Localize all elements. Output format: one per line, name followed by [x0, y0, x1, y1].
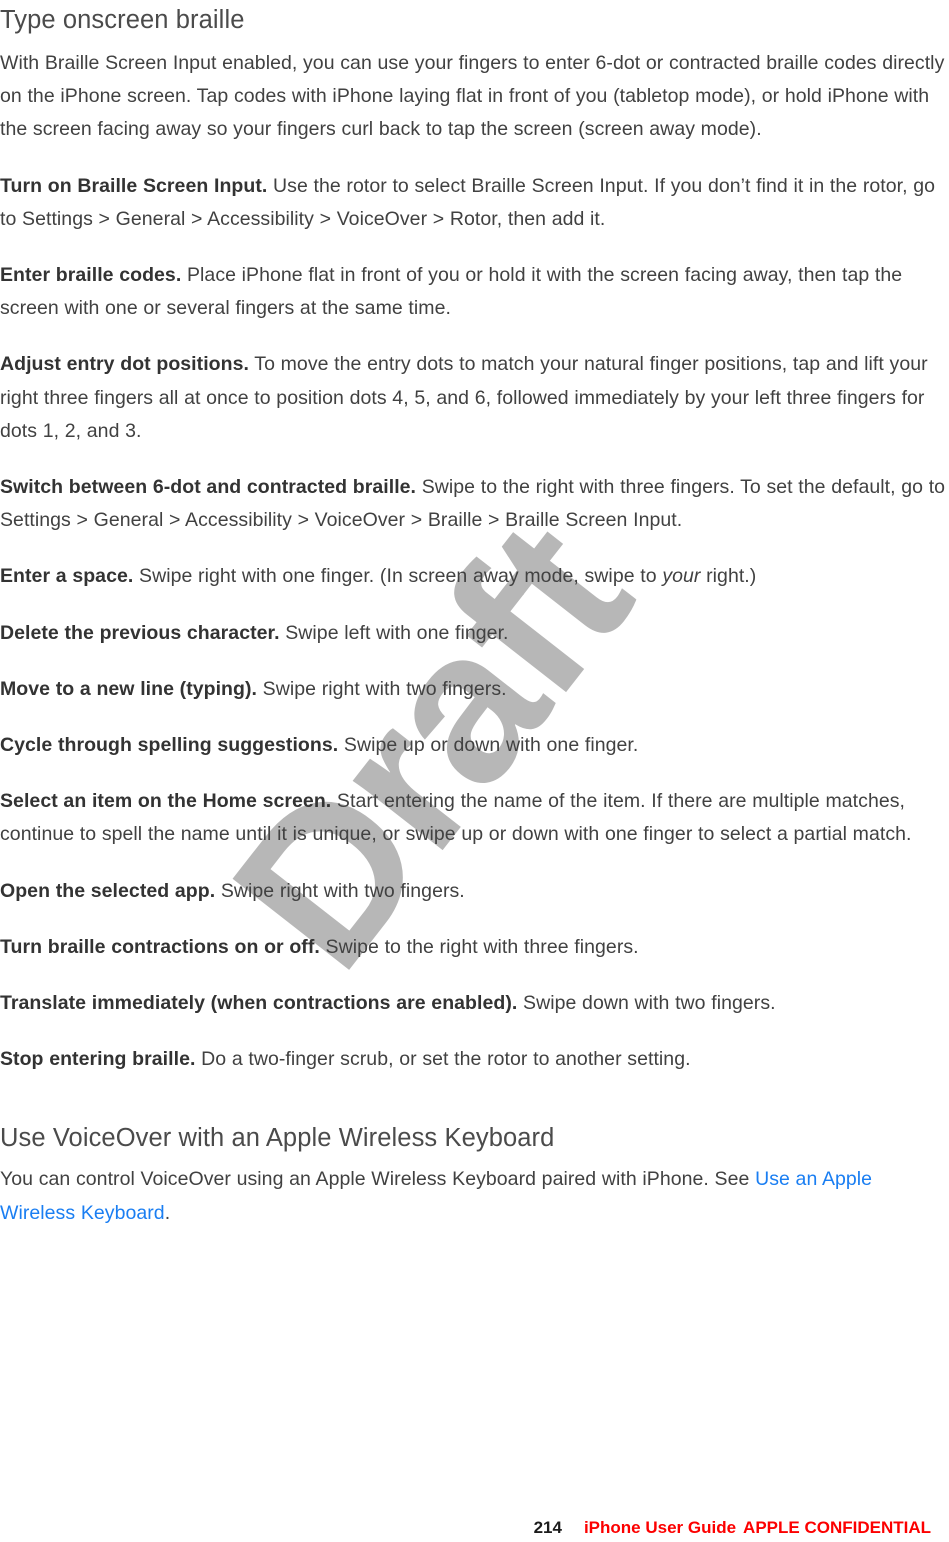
task-lead: Switch between 6-dot and contracted brai… [0, 476, 417, 499]
task-lead: Adjust entry dot positions. [0, 353, 249, 376]
task-body: Swipe down with two fingers. [517, 992, 776, 1015]
task-lead: Enter braille codes. [0, 264, 182, 287]
task-enter-a-space: Enter a space. Swipe right with one fing… [0, 560, 947, 593]
task-lead: Stop entering braille. [0, 1048, 196, 1071]
page-title: Type onscreen braille [0, 6, 245, 34]
confidential-notice: iPhone User Guide APPLE CONFIDENTIAL [584, 1518, 931, 1538]
task-turn-braille-contractions: Turn braille contractions on or off. Swi… [0, 931, 947, 964]
task-body-post: right.) [700, 565, 757, 588]
task-select-item-home-screen: Select an item on the Home screen. Start… [0, 785, 947, 851]
task-body-pre: Swipe right with one finger. (In screen … [133, 565, 663, 588]
task-stop-entering-braille: Stop entering braille. Do a two-finger s… [0, 1043, 947, 1076]
task-lead: Open the selected app. [0, 879, 216, 902]
page-footer: 214 iPhone User Guide APPLE CONFIDENTIAL [0, 1510, 949, 1538]
task-lead: Move to a new line (typing). [0, 677, 257, 700]
task-move-to-new-line: Move to a new line (typing). Swipe right… [0, 673, 947, 706]
task-enter-braille-codes: Enter braille codes. Place iPhone flat i… [0, 259, 947, 325]
keyboard-paragraph-post: . [164, 1201, 171, 1224]
keyboard-paragraph: You can control VoiceOver using an Apple… [0, 1163, 947, 1229]
task-lead: Turn on Braille Screen Input. [0, 174, 268, 197]
guide-name: iPhone User Guide [583, 1518, 737, 1537]
task-lead: Translate immediately (when contractions… [0, 992, 518, 1015]
task-lead: Select an item on the Home screen. [0, 790, 332, 813]
section-heading-block: Type onscreen braille [0, 0, 947, 37]
intro-paragraph: With Braille Screen Input enabled, you c… [0, 52, 945, 141]
task-body-emphasis: your [662, 565, 701, 588]
document-page: Draft Type onscreen braille With Braille… [0, 0, 949, 1542]
task-lead: Delete the previous character. [0, 621, 280, 644]
keyboard-paragraph-pre: You can control VoiceOver using an Apple… [0, 1168, 756, 1191]
task-lead: Turn braille contractions on or off. [0, 935, 320, 958]
document-content: Type onscreen braille With Braille Scree… [0, 0, 949, 1230]
task-open-selected-app: Open the selected app. Swipe right with … [0, 875, 947, 908]
task-body: Swipe right with two fingers. [215, 879, 465, 902]
task-translate-immediately: Translate immediately (when contractions… [0, 987, 947, 1020]
task-body: Swipe left with one finger. [279, 621, 509, 644]
section-heading-block-keyboard: Use VoiceOver with an Apple Wireless Key… [0, 1122, 947, 1155]
section-title-voiceover-keyboard: Use VoiceOver with an Apple Wireless Key… [0, 1124, 555, 1153]
task-body: Swipe up or down with one finger. [338, 734, 639, 757]
task-body: Do a two-finger scrub, or set the rotor … [195, 1048, 691, 1071]
task-cycle-spelling-suggestions: Cycle through spelling suggestions. Swip… [0, 729, 947, 762]
confidential-label: APPLE CONFIDENTIAL [743, 1518, 931, 1537]
task-turn-on-braille-screen-input: Turn on Braille Screen Input. Use the ro… [0, 170, 947, 236]
task-body: Swipe right with two fingers. [257, 677, 507, 700]
task-lead: Enter a space. [0, 565, 134, 588]
task-lead: Cycle through spelling suggestions. [0, 734, 339, 757]
task-adjust-entry-dot-positions: Adjust entry dot positions. To move the … [0, 348, 947, 448]
task-switch-six-dot-contracted: Switch between 6-dot and contracted brai… [0, 471, 947, 537]
task-body: Swipe to the right with three fingers. [319, 935, 639, 958]
page-number: 214 [533, 1518, 562, 1537]
task-delete-previous-character: Delete the previous character. Swipe lef… [0, 617, 947, 650]
